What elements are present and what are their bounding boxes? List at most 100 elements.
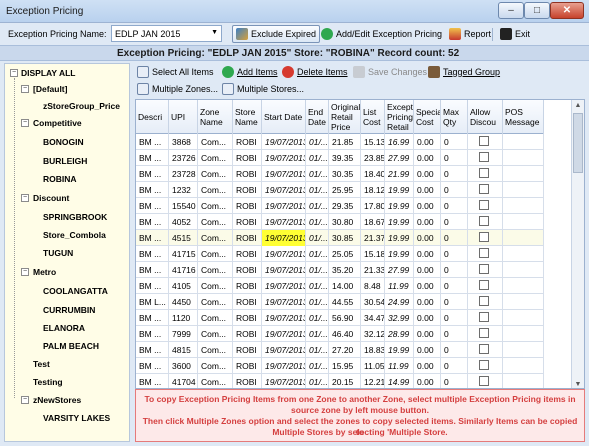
table-row[interactable]: BM L... 4450 Com... ROBI 19/07/2013 01/... 44.… xyxy=(136,294,544,310)
cell-pos-message[interactable] xyxy=(503,262,544,278)
cell-pos-message[interactable] xyxy=(503,230,544,246)
store-tree[interactable]: − DISPLAY ALL − [Default] zStoreGroup_Pr… xyxy=(4,63,130,442)
tree-node-coolangatta[interactable]: COOLANGATTA xyxy=(43,286,108,296)
cell-descri[interactable]: BM ... xyxy=(136,278,169,294)
cell-descri[interactable]: BM ... xyxy=(136,214,169,230)
cell-zone-name[interactable]: Com... xyxy=(198,150,233,166)
cell-start-date[interactable]: 19/07/2013 xyxy=(262,262,306,278)
cell-zone-name[interactable]: Com... xyxy=(198,198,233,214)
cell-end-date[interactable]: 01/... xyxy=(306,230,329,246)
cell-special-cost[interactable]: 0.00 xyxy=(414,278,441,294)
col-header-original-retail-price[interactable]: Original Retail Price xyxy=(329,100,361,134)
col-header-zone-name[interactable]: Zone Name xyxy=(198,100,233,134)
col-header-special-cost[interactable]: Special Cost xyxy=(414,100,441,134)
cell-descri[interactable]: BM ... xyxy=(136,374,169,388)
maximize-button[interactable]: □ xyxy=(524,2,550,19)
cell-zone-name[interactable]: Com... xyxy=(198,294,233,310)
cell-descri[interactable]: BM ... xyxy=(136,310,169,326)
collapse-toggle-icon[interactable]: − xyxy=(21,119,29,127)
cell-special-cost[interactable]: 0.00 xyxy=(414,294,441,310)
cell-store-name[interactable]: ROBI xyxy=(233,278,262,294)
cell-list-cost[interactable]: 30.54 xyxy=(361,294,385,310)
tree-node-currumbin[interactable]: CURRUMBIN xyxy=(43,305,95,315)
cell-descri[interactable]: BM ... xyxy=(136,134,169,150)
cell-upi[interactable]: 3600 xyxy=(169,358,198,374)
cell-zone-name[interactable]: Com... xyxy=(198,134,233,150)
cell-start-date[interactable]: 19/07/2013 xyxy=(262,278,306,294)
cell-pos-message[interactable] xyxy=(503,278,544,294)
cell-special-cost[interactable]: 0.00 xyxy=(414,134,441,150)
cell-upi[interactable]: 1120 xyxy=(169,310,198,326)
cell-pos-message[interactable] xyxy=(503,182,544,198)
cell-max-qty[interactable]: 0 xyxy=(441,294,468,310)
cell-end-date[interactable]: 01/... xyxy=(306,198,329,214)
tree-node-elanora[interactable]: ELANORA xyxy=(43,323,85,333)
collapse-toggle-icon[interactable]: − xyxy=(21,268,29,276)
exception-pricing-grid[interactable]: Descri UPI Zone Name Store Name Start Date En… xyxy=(135,99,585,389)
cell-pos-message[interactable] xyxy=(503,342,544,358)
cell-end-date[interactable]: 01/... xyxy=(306,326,329,342)
cell-start-date[interactable]: 19/07/2013 xyxy=(262,150,306,166)
cell-exception-pricing-retail[interactable]: 19.99 xyxy=(385,214,414,230)
cell-original-retail-price[interactable]: 21.85 xyxy=(329,134,361,150)
multiple-stores-button[interactable]: Multiple Stores... xyxy=(222,83,304,95)
col-header-allow-discount[interactable]: Allow Discou xyxy=(468,100,503,134)
add-items-button[interactable]: Add Items xyxy=(222,66,278,78)
tree-node-store-combola[interactable]: Store_Combola xyxy=(43,230,106,240)
cell-start-date[interactable]: 19/07/2013 xyxy=(262,342,306,358)
allow-discount-checkbox[interactable] xyxy=(479,200,489,210)
table-row[interactable]: BM ... 23726 Com... ROBI 19/07/2013 01/... 39.… xyxy=(136,150,544,166)
col-header-start-date[interactable]: Start Date xyxy=(262,100,306,134)
cell-pos-message[interactable] xyxy=(503,246,544,262)
cell-store-name[interactable]: ROBI xyxy=(233,150,262,166)
cell-list-cost[interactable]: 11.05 xyxy=(361,358,385,374)
cell-end-date[interactable]: 01/... xyxy=(306,214,329,230)
cell-upi[interactable]: 4515 xyxy=(169,230,198,246)
cell-list-cost[interactable]: 15.18 xyxy=(361,246,385,262)
cell-special-cost[interactable]: 0.00 xyxy=(414,150,441,166)
allow-discount-checkbox[interactable] xyxy=(479,184,489,194)
cell-original-retail-price[interactable]: 30.35 xyxy=(329,166,361,182)
allow-discount-checkbox[interactable] xyxy=(479,232,489,242)
cell-zone-name[interactable]: Com... xyxy=(198,326,233,342)
cell-exception-pricing-retail[interactable]: 14.99 xyxy=(385,374,414,388)
cell-pos-message[interactable] xyxy=(503,374,544,388)
cell-pos-message[interactable] xyxy=(503,214,544,230)
cell-start-date[interactable]: 19/07/2013 xyxy=(262,294,306,310)
minimize-button[interactable]: – xyxy=(498,2,524,19)
cell-zone-name[interactable]: Com... xyxy=(198,358,233,374)
cell-start-date[interactable]: 19/07/2013 xyxy=(262,134,306,150)
cell-upi[interactable]: 1232 xyxy=(169,182,198,198)
cell-pos-message[interactable] xyxy=(503,198,544,214)
allow-discount-checkbox[interactable] xyxy=(479,248,489,258)
cell-upi[interactable]: 41716 xyxy=(169,262,198,278)
cell-store-name[interactable]: ROBI xyxy=(233,134,262,150)
cell-zone-name[interactable]: Com... xyxy=(198,374,233,388)
cell-start-date[interactable]: 19/07/2013 xyxy=(262,230,306,246)
cell-zone-name[interactable]: Com... xyxy=(198,310,233,326)
cell-start-date[interactable]: 19/07/2013 xyxy=(262,214,306,230)
cell-pos-message[interactable] xyxy=(503,150,544,166)
cell-upi[interactable]: 23726 xyxy=(169,150,198,166)
cell-descri[interactable]: BM ... xyxy=(136,262,169,278)
cell-original-retail-price[interactable]: 27.20 xyxy=(329,342,361,358)
table-row[interactable]: BM ... 15540 Com... ROBI 19/07/2013 01/... 29.… xyxy=(136,198,544,214)
cell-start-date[interactable]: 19/07/2013 xyxy=(262,246,306,262)
tree-node-metro[interactable]: Metro xyxy=(33,267,56,277)
allow-discount-checkbox[interactable] xyxy=(479,376,489,386)
cell-end-date[interactable]: 01/... xyxy=(306,262,329,278)
vertical-scrollbar[interactable]: ▲ ▼ xyxy=(571,100,584,388)
cell-upi[interactable]: 15540 xyxy=(169,198,198,214)
cell-max-qty[interactable]: 0 xyxy=(441,198,468,214)
cell-store-name[interactable]: ROBI xyxy=(233,294,262,310)
allow-discount-checkbox[interactable] xyxy=(479,280,489,290)
cell-store-name[interactable]: ROBI xyxy=(233,214,262,230)
col-header-store-name[interactable]: Store Name xyxy=(233,100,262,134)
cell-list-cost[interactable]: 15.13 xyxy=(361,134,385,150)
cell-descri[interactable]: BM ... xyxy=(136,182,169,198)
cell-descri[interactable]: BM ... xyxy=(136,358,169,374)
cell-original-retail-price[interactable]: 20.15 xyxy=(329,374,361,388)
cell-store-name[interactable]: ROBI xyxy=(233,310,262,326)
cell-list-cost[interactable]: 18.67 xyxy=(361,214,385,230)
cell-store-name[interactable]: ROBI xyxy=(233,262,262,278)
